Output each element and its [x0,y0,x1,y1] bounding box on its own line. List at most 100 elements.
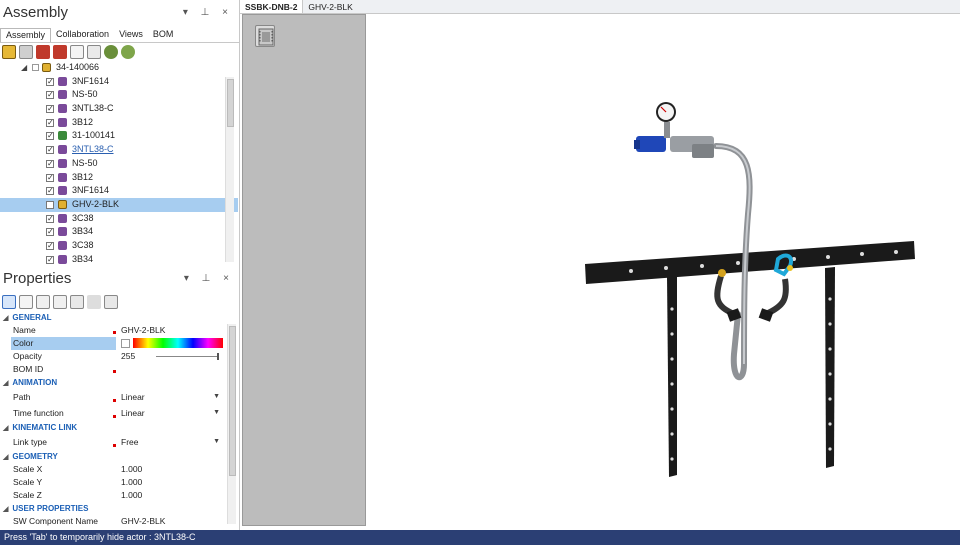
pressure-gauge[interactable] [656,102,676,122]
opacity-slider[interactable] [156,353,219,360]
left-vertical-rail[interactable] [667,275,677,477]
3d-viewport[interactable] [240,14,960,530]
tree-scrollbar[interactable] [225,77,234,262]
prop-path-value[interactable]: Linear [121,389,145,405]
move-down-icon[interactable] [53,44,67,59]
u-pipe-right[interactable] [764,278,789,317]
section-kinematic[interactable]: ◢ KINEMATIC LINK [0,421,236,434]
prop-sw-component-name-value[interactable]: GHV-2-BLK [121,515,165,528]
assembly-panel-controls[interactable]: ▾ ⊥ × [183,0,233,26]
prop-scale-y[interactable]: Scale Y 1.000 [0,476,236,489]
tree-item[interactable]: ✓ 3NTL38-C [0,143,238,157]
properties-panel-controls[interactable]: ▾ ⊥ × [184,266,234,292]
prop-scale-z[interactable]: Scale Z 1.000 [0,489,236,502]
tree-item[interactable]: GHV-2-BLK [0,197,238,212]
tree-item-checkbox[interactable]: ✓ [46,146,54,155]
tree-item-checkbox[interactable]: ✓ [46,228,54,237]
tab-assembly[interactable]: Assembly [0,28,52,42]
expand-all-icon[interactable] [36,295,50,309]
tree-item-checkbox[interactable]: ✓ [46,159,54,168]
categorized-icon[interactable] [2,295,16,309]
section-animation[interactable]: ◢ ANIMATION [0,376,236,389]
film-strip-icon[interactable] [255,25,275,47]
list-view-icon[interactable] [87,44,101,59]
prop-time-function-value[interactable]: Linear [121,405,145,421]
cad-model[interactable] [366,14,956,526]
tree-item[interactable]: ✓ 3B34 [0,253,238,264]
tree-item-checkbox[interactable]: ✓ [46,132,54,141]
tree-item-checkbox[interactable] [46,200,54,209]
chevron-down-icon[interactable]: ▼ [213,434,220,450]
doc-tab-ghv-2-blk[interactable]: GHV-2-BLK [303,0,357,13]
prop-path[interactable]: Path Linear ▼ [0,389,236,405]
right-vertical-rail[interactable] [825,267,835,468]
select-assembly-icon[interactable] [2,44,16,59]
property-pages-icon[interactable] [70,295,84,309]
tree-root[interactable]: ◢ 34-140066 [0,61,238,75]
properties-export-icon[interactable] [104,295,118,309]
move-up-icon[interactable] [36,44,50,59]
digger-panel[interactable] [242,14,366,526]
prop-scale-z-value[interactable]: 1.000 [121,489,142,502]
tree-item-checkbox[interactable]: ✓ [46,118,54,127]
tab-collaboration[interactable]: Collaboration [51,28,114,42]
tree-item-checkbox[interactable]: ✓ [46,77,54,86]
properties-scroll-thumb[interactable] [229,326,236,476]
prop-scale-x-value[interactable]: 1.000 [121,463,142,476]
tree-item[interactable]: ✓ 3B34 [0,225,238,239]
root-checkbox[interactable] [32,64,39,71]
sort-icon[interactable] [70,44,84,59]
alphabetical-icon[interactable] [19,295,33,309]
tree-item-checkbox[interactable]: ✓ [46,91,54,100]
prop-name[interactable]: Name GHV-2-BLK [0,324,236,337]
lock-assembly-icon[interactable] [19,44,33,59]
tree-item[interactable]: ✓ 31-100141 [0,129,238,143]
prop-name-value[interactable]: GHV-2-BLK [121,324,165,337]
u-pipe-left[interactable] [714,275,736,317]
tree-item[interactable]: ✓ NS-50 [0,157,238,171]
chevron-down-icon[interactable]: ▼ [213,389,220,405]
prop-time-function[interactable]: Time function Linear ▼ [0,405,236,421]
section-user-properties[interactable]: ◢ USER PROPERTIES [0,502,236,515]
prop-scale-y-value[interactable]: 1.000 [121,476,142,489]
prop-sw-component-name[interactable]: SW Component Name GHV-2-BLK [0,515,236,528]
prop-scale-x[interactable]: Scale X 1.000 [0,463,236,476]
tree-item[interactable]: ✓ 3NF1614 [0,75,238,89]
properties-scrollbar[interactable] [227,324,236,524]
color-picker-gradient[interactable] [133,338,223,348]
tree-scroll-thumb[interactable] [227,79,234,127]
valve-assembly[interactable] [634,122,714,158]
tree-item-checkbox[interactable]: ✓ [46,187,54,196]
tree-item[interactable]: ✓ 3NTL38-C [0,102,238,116]
tree-item-checkbox[interactable]: ✓ [46,241,54,250]
prop-opacity[interactable]: Opacity 255 [0,350,236,363]
prop-bom-id[interactable]: BOM ID [0,363,236,376]
tab-bom[interactable]: BOM [148,28,179,42]
color-swatch[interactable] [121,339,130,348]
tree-item[interactable]: ✓ 3NF1614 [0,184,238,198]
prop-link-type[interactable]: Link type Free ▼ [0,434,236,450]
prop-color[interactable]: Color [0,337,236,350]
horizontal-bracket[interactable] [585,241,915,284]
filter-icon[interactable] [104,44,118,59]
tree-item[interactable]: ✓ 3C38 [0,212,238,226]
pin-icon[interactable] [87,295,101,309]
tree-item-checkbox[interactable]: ✓ [46,214,54,223]
tree-item[interactable]: ✓ 3C38 [0,239,238,253]
options-dropdown-icon[interactable] [121,44,135,59]
tab-views[interactable]: Views [114,28,148,42]
tree-item[interactable]: ✓ NS-50 [0,88,238,102]
tree-item[interactable]: ✓ 3B12 [0,116,238,130]
prop-link-type-value[interactable]: Free [121,434,138,450]
collapse-all-icon[interactable] [53,295,67,309]
section-geometry[interactable]: ◢ GEOMETRY [0,450,236,463]
prop-opacity-value[interactable]: 255 [121,350,135,363]
collapse-icon[interactable]: ◢ [21,61,27,75]
brass-fitting[interactable] [718,269,726,277]
tree-item-checkbox[interactable]: ✓ [46,173,54,182]
tree-item-checkbox[interactable]: ✓ [46,105,54,114]
chevron-down-icon[interactable]: ▼ [213,405,220,421]
tree-item[interactable]: ✓ 3B12 [0,171,238,185]
tree-item-checkbox[interactable]: ✓ [46,255,54,264]
doc-tab-ssbk-dnb-2[interactable]: SSBK-DNB-2 [240,0,304,13]
